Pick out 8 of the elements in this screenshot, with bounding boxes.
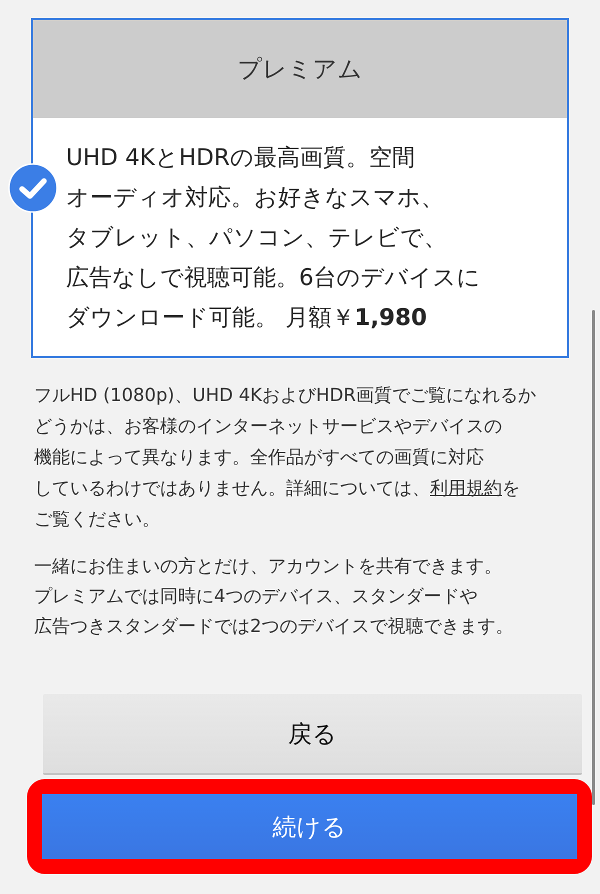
sharing-note-text: 一緒にお住まいの方とだけ、アカウントを共有できます。 プレミアムでは同時に4つのデバイス、スタンダードや 広告つきスタンダードでは2つのデバイスで視聴できます。 bbox=[34, 555, 514, 639]
plan-description: UHD 4KとHDRの最高画質。空間 オーディオ対応。お好きなスマホ、 タブレット、パソコン、テレビで、 広告なしで視聴可能。6台のデバイスに ダウンロード可能。 月額￥1,980 bbox=[66, 144, 482, 333]
quality-note-text: フルHD (1080p)、UHD 4KおよびHDR画質でご覧になれるか どうかは、お客様のインターネットサービスやデバイスの 機能によって異なります。全作品がすべての画質に対応 しているわけではありません。詳細については、利用規約を ご覧ください。 bbox=[34, 384, 536, 532]
plan-card[interactable]: プレミアム UHD 4KとHDRの最高画質。空間 オーディオ対応。お好きなスマホ、 タブレット、パソコン、テレビで、 広告なしで視聴可能。6台のデバイスに ダウンロード可能。 月額￥1,980 bbox=[31, 18, 569, 358]
plan-title: プレミアム bbox=[238, 54, 362, 85]
back-button[interactable]: 戻る bbox=[43, 694, 582, 775]
continue-button[interactable]: 続ける bbox=[42, 794, 577, 859]
terms-link[interactable]: 利用規約 bbox=[430, 478, 502, 499]
